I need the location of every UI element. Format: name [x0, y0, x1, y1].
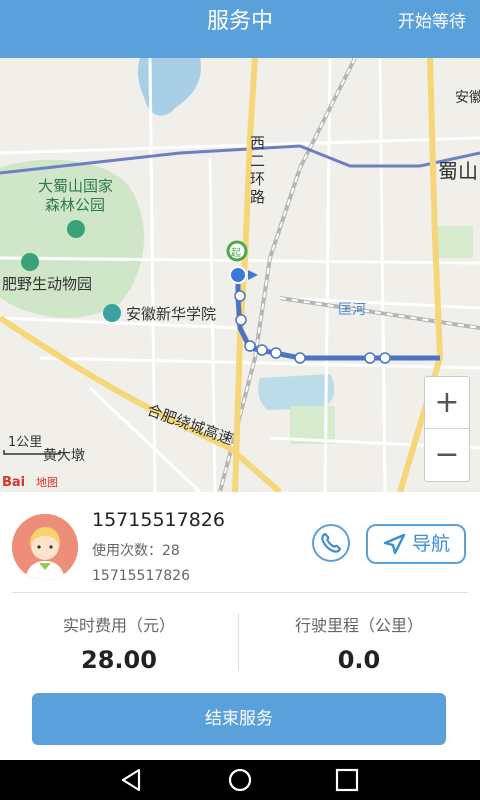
anhui-label: 安徽 [455, 90, 480, 106]
recents-icon[interactable] [332, 766, 362, 794]
zoo-poi-icon [21, 253, 39, 271]
pond [258, 374, 335, 410]
school-poi-icon [103, 304, 121, 322]
customer-phone: 15715517826 [92, 509, 225, 531]
navigation-arrow-icon [383, 533, 406, 555]
zoom-out-button[interactable]: − [425, 429, 469, 481]
end-service-button[interactable]: 结束服务 [32, 693, 446, 745]
park-poi-icon [67, 220, 85, 238]
huangdadun-label: 黄大墩 [43, 447, 85, 464]
avatar [12, 514, 78, 580]
distance-value: 0.0 [337, 646, 381, 674]
ring-road-label-3: 环 [250, 170, 265, 188]
usage-count: 28 [162, 543, 180, 559]
school-label: 安徽新华学院 [126, 305, 216, 323]
start-waiting-button[interactable]: 开始等待 [398, 0, 466, 44]
stat-divider [238, 613, 239, 671]
service-card: 15715517826 使用次数：28 15715517826 导航 实时费用（… [0, 492, 480, 760]
shushan-label: 蜀山 [438, 159, 478, 183]
start-badge-label: 起 [231, 247, 241, 259]
expressway-label: 合肥绕城高速 [145, 401, 236, 449]
home-icon[interactable] [225, 766, 255, 794]
ring-road-label-2: 二 [250, 152, 265, 170]
green-block [435, 226, 473, 258]
customer-phone-secondary: 15715517826 [92, 568, 190, 584]
fee-value: 28.00 [81, 646, 157, 674]
card-divider [12, 592, 468, 593]
fee-label: 实时费用（元） [62, 616, 175, 635]
forest-label-line2: 森林公园 [45, 196, 105, 214]
map-view[interactable]: 大蜀山国家 森林公园 肥野生动物园 安徽新华学院 西 二 环 路 匡河 蜀山 安… [0, 58, 480, 492]
back-icon[interactable] [117, 766, 147, 794]
phone-icon [321, 532, 342, 553]
header-bar: 服务中 开始等待 [0, 0, 480, 58]
app-screen: 服务中 开始等待 大蜀山国家 森林公园 肥野生动物园 安徽新华学院 西 二 环 … [0, 0, 480, 800]
lake [137, 58, 201, 116]
call-button[interactable] [312, 524, 350, 562]
zoom-in-button[interactable]: + [425, 377, 469, 429]
usage-count-row: 使用次数：28 [92, 540, 180, 560]
fee-stat: 实时费用（元） 28.00 [0, 612, 238, 674]
forest-label-line1: 大蜀山国家 [38, 177, 113, 195]
distance-stat: 行驶里程（公里） 0.0 [240, 612, 478, 674]
avatar-illustration [12, 514, 78, 580]
baidu-map-label: 地图 [36, 476, 58, 489]
direction-arrow-icon [248, 270, 258, 280]
ring-road-label-4: 路 [250, 188, 265, 206]
system-nav-bar [0, 760, 480, 800]
zoom-control: + − [424, 376, 470, 482]
scale-label: 1公里 [8, 435, 42, 450]
map-canvas: 大蜀山国家 森林公园 肥野生动物园 安徽新华学院 西 二 环 路 匡河 蜀山 安… [0, 58, 480, 492]
ring-road-label-1: 西 [250, 134, 265, 152]
navigate-button[interactable]: 导航 [366, 524, 466, 564]
zoo-label: 肥野生动物园 [2, 275, 92, 293]
baidu-logo-icon: Bai [2, 475, 25, 490]
navigate-label: 导航 [412, 533, 451, 555]
usage-label: 使用次数： [92, 543, 162, 559]
distance-label: 行驶里程（公里） [294, 616, 423, 635]
river-label: 匡河 [338, 302, 366, 318]
current-location-icon [229, 266, 247, 284]
